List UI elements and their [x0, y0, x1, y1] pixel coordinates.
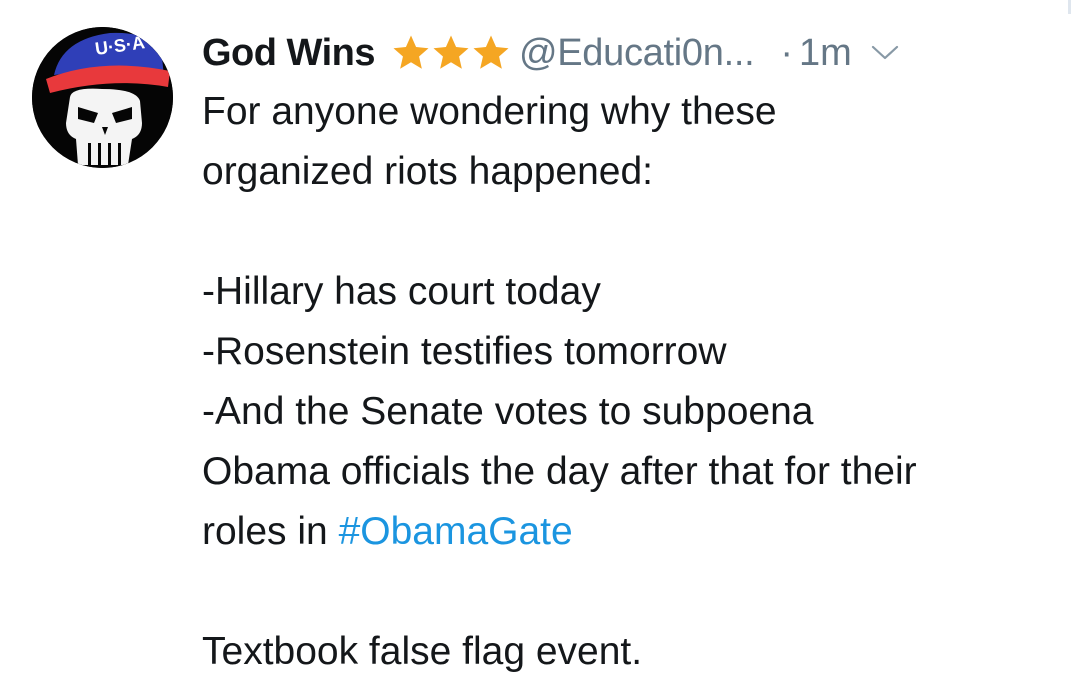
user-handle[interactable]: @Educati0n... — [519, 32, 755, 75]
display-name[interactable]: God Wins — [202, 32, 375, 75]
tweet-header: God Wins @Educati0n... · 1m — [202, 26, 1059, 80]
separator-dot: · — [780, 31, 794, 74]
hashtag-link[interactable]: #ObamaGate — [339, 510, 573, 553]
scrollbar-edge — [1068, 0, 1071, 14]
star-icon — [393, 35, 429, 69]
star-icon — [473, 35, 509, 69]
tweet-text-line: -And the Senate votes to subpoena — [202, 390, 814, 433]
tweet-text-line: Obama officials the day after that for t… — [202, 450, 917, 493]
tweet-text: For anyone wondering why these organized… — [202, 82, 1059, 682]
tweet-content: God Wins @Educati0n... · 1m For anyone w… — [202, 26, 1059, 682]
tweet-text-segment: roles in — [202, 510, 339, 553]
tweet-text-line: -Rosenstein testifies tomorrow — [202, 330, 727, 373]
timestamp[interactable]: 1m — [799, 32, 852, 75]
star-badges — [389, 32, 509, 74]
tweet-text-line-with-hashtag: roles in #ObamaGate — [202, 502, 1059, 562]
tweet-text-line: Textbook false flag event. — [202, 630, 643, 673]
avatar[interactable]: U·S·A — [32, 27, 173, 168]
punisher-skull-usa-cap-icon: U·S·A — [32, 27, 173, 168]
tweet-card[interactable]: U·S·A God Wins @Educati0n... · 1m For an… — [0, 0, 1079, 691]
tweet-text-line: -Hillary has court today — [202, 270, 601, 313]
tweet-text-line — [202, 202, 1059, 262]
chevron-down-icon[interactable] — [870, 43, 900, 63]
tweet-text-line: organized riots happened: — [202, 150, 653, 193]
star-icon — [433, 35, 469, 69]
tweet-text-line: For anyone wondering why these — [202, 90, 777, 133]
